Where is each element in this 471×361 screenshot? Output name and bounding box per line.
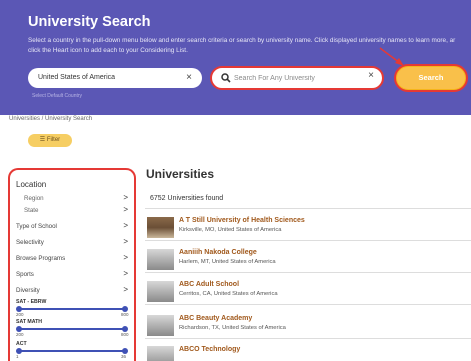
country-select[interactable]: United States of America × bbox=[28, 68, 202, 88]
chevron-right-icon: > bbox=[123, 269, 128, 278]
search-clear-icon[interactable]: × bbox=[368, 70, 374, 81]
range-min-value: 1 bbox=[16, 354, 19, 359]
university-search-box[interactable]: × bbox=[210, 66, 384, 90]
range-max-value: 800 bbox=[121, 312, 129, 317]
filter-item-diversity[interactable]: Diversity > bbox=[16, 285, 128, 294]
university-location: Kirksville, MO, United States of America bbox=[179, 227, 282, 233]
university-search-input[interactable] bbox=[234, 71, 354, 85]
filter-sidebar: Location Region > State > Type of School… bbox=[8, 168, 136, 361]
default-country-label: Select Default Country bbox=[32, 93, 83, 99]
divider bbox=[145, 240, 471, 241]
filter-button[interactable]: ☰ Filter bbox=[28, 134, 72, 147]
results-title: Universities bbox=[146, 167, 215, 181]
country-select-value: United States of America bbox=[38, 74, 116, 81]
range-label: SAT MATH bbox=[16, 319, 43, 325]
range-min-value: 200 bbox=[16, 312, 24, 317]
university-location: Cerritos, CA, United States of America bbox=[179, 291, 278, 297]
chevron-right-icon: > bbox=[123, 253, 128, 262]
search-button-label: Search bbox=[397, 67, 465, 89]
search-icon bbox=[221, 73, 231, 83]
filter-item-label: State bbox=[24, 207, 39, 214]
university-thumbnail[interactable] bbox=[147, 315, 174, 336]
chevron-right-icon: > bbox=[123, 193, 128, 202]
filter-item-label: Region bbox=[24, 195, 44, 202]
filter-item-region[interactable]: Region > bbox=[24, 193, 128, 202]
divider bbox=[145, 304, 471, 305]
university-name-link[interactable]: A T Still University of Health Sciences bbox=[179, 217, 305, 224]
university-location: Richardson, TX, United States of America bbox=[179, 325, 286, 331]
annotation-arrow-icon bbox=[379, 47, 404, 66]
filter-item-label: Sports bbox=[16, 271, 34, 278]
filter-item-label: Diversity bbox=[16, 287, 40, 294]
range-min-value: 200 bbox=[16, 332, 24, 337]
range-label: SAT - EBRW bbox=[16, 299, 47, 305]
filter-item-label: Type of School bbox=[16, 223, 57, 230]
slider-track bbox=[19, 308, 127, 310]
university-thumbnail[interactable] bbox=[147, 217, 174, 238]
university-thumbnail[interactable] bbox=[147, 346, 174, 361]
university-thumbnail[interactable] bbox=[147, 249, 174, 270]
divider bbox=[145, 272, 471, 273]
filter-item-selectivity[interactable]: Selectivity > bbox=[16, 237, 128, 246]
university-thumbnail[interactable] bbox=[147, 281, 174, 302]
breadcrumb[interactable]: Universities / University Search bbox=[9, 116, 92, 122]
divider bbox=[145, 208, 471, 209]
range-label: ACT bbox=[16, 341, 27, 347]
slider-track bbox=[19, 328, 127, 330]
filter-location-title: Location bbox=[16, 180, 47, 189]
chevron-right-icon: > bbox=[123, 237, 128, 246]
university-name-link[interactable]: ABC Adult School bbox=[179, 281, 239, 288]
country-clear-icon[interactable]: × bbox=[186, 72, 192, 83]
chevron-right-icon: > bbox=[123, 221, 128, 230]
instructions-line-1: Select a country in the pull-down menu b… bbox=[28, 37, 456, 44]
sat-math-range-slider[interactable]: SAT MATH 200 800 bbox=[16, 319, 129, 337]
filter-item-label: Selectivity bbox=[16, 239, 44, 246]
results-count: 6752 Universities found bbox=[150, 195, 224, 202]
divider bbox=[145, 338, 471, 339]
filter-item-type-of-school[interactable]: Type of School > bbox=[16, 221, 128, 230]
range-max-value: 36 bbox=[121, 354, 127, 359]
chevron-right-icon: > bbox=[123, 285, 128, 294]
filter-item-sports[interactable]: Sports > bbox=[16, 269, 128, 278]
filter-item-browse-programs[interactable]: Browse Programs > bbox=[16, 253, 128, 262]
university-name-link[interactable]: ABC Beauty Academy bbox=[179, 315, 252, 322]
filter-item-label: Browse Programs bbox=[16, 255, 66, 262]
sat-ebrw-range-slider[interactable]: SAT - EBRW 200 800 bbox=[16, 299, 129, 317]
slider-track bbox=[19, 350, 127, 352]
university-location: Harlem, MT, United States of America bbox=[179, 259, 276, 265]
university-name-link[interactable]: Aaniiih Nakoda College bbox=[179, 249, 257, 256]
range-max-value: 800 bbox=[121, 332, 129, 337]
filter-item-state[interactable]: State > bbox=[24, 205, 128, 214]
act-range-slider[interactable]: ACT 1 36 bbox=[16, 341, 128, 359]
university-name-link[interactable]: ABCO Technology bbox=[179, 346, 240, 353]
chevron-right-icon: > bbox=[123, 205, 128, 214]
university-list-item[interactable]: ABCO Technology bbox=[147, 344, 471, 361]
page-title: University Search bbox=[28, 14, 151, 30]
